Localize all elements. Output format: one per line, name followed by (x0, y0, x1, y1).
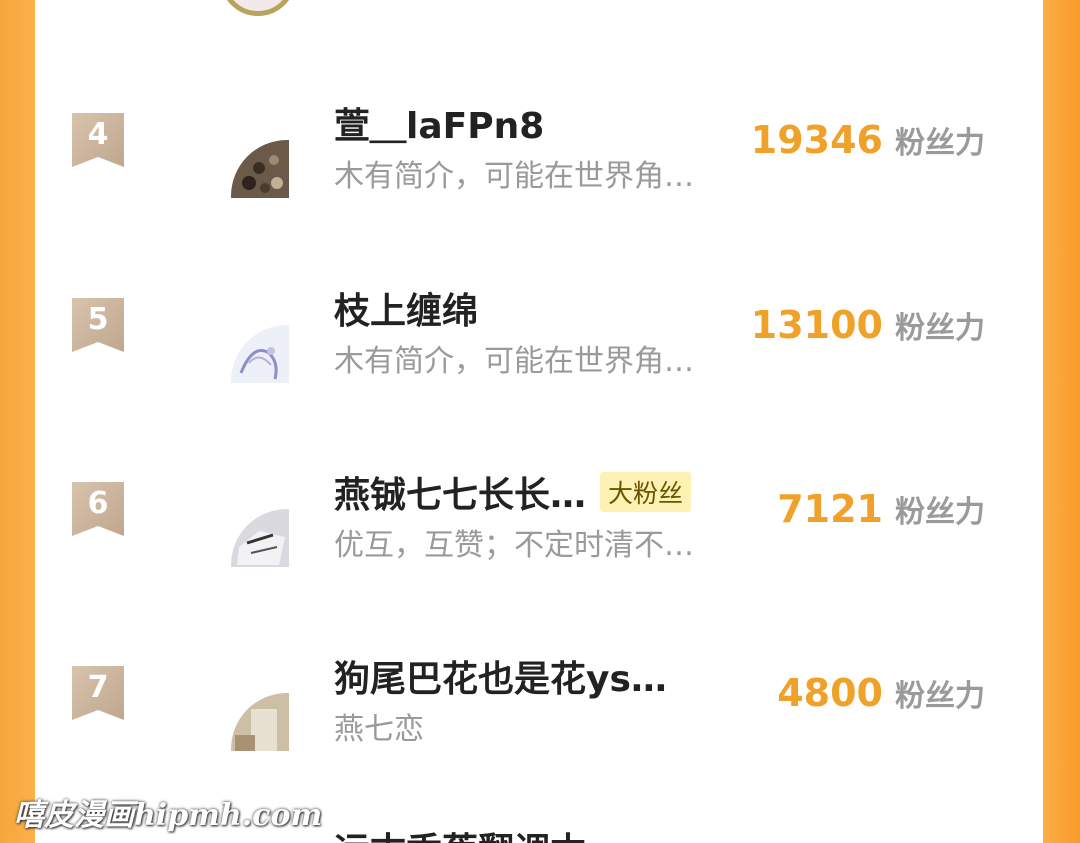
user-name[interactable]: 狗尾巴花也是花ys… (334, 650, 667, 702)
rank-number: 6 (87, 486, 109, 521)
rank-badge: 7 (72, 666, 124, 720)
user-intro: 木有简介，可能在世界角… (334, 344, 694, 379)
fan-score-value: 19346 (750, 118, 883, 162)
rank-badge: 4 (72, 113, 124, 167)
fan-score-unit: 粉丝力 (895, 679, 985, 714)
fan-score-unit: 粉丝力 (895, 311, 985, 346)
avatar[interactable] (229, 691, 289, 751)
fan-ranking-panel: 4 萱＿laFPn8 木有简介，可能在世界角… 19346 粉丝力 5 枝上缠绵… (35, 0, 1043, 843)
avatar[interactable] (229, 507, 289, 567)
fan-score-unit: 粉丝力 (895, 126, 985, 161)
ranking-row-8-partial-name[interactable]: 远古香蕉翻调本 (334, 822, 586, 843)
site-watermark: 嘻皮漫画hipmh.com (14, 798, 323, 833)
big-fan-tag: 大粉丝 (600, 472, 692, 512)
avatar-rank-3-partial[interactable] (220, 0, 296, 16)
fan-score: 4800 粉丝力 (777, 671, 985, 715)
avatar[interactable] (229, 138, 289, 198)
ranking-row-6[interactable]: 6 燕铖七七长长… 大粉丝 优互，互赞；不定时清不… 7121 粉丝力 (35, 452, 1043, 602)
ranking-row-7[interactable]: 7 狗尾巴花也是花ys… 燕七恋 4800 粉丝力 (35, 636, 1043, 786)
fan-score: 7121 粉丝力 (777, 487, 985, 531)
ranking-row-4[interactable]: 4 萱＿laFPn8 木有简介，可能在世界角… 19346 粉丝力 (35, 83, 1043, 233)
avatar[interactable] (229, 323, 289, 383)
user-intro: 优互，互赞；不定时清不… (334, 528, 694, 563)
ranking-row-5[interactable]: 5 枝上缠绵 木有简介，可能在世界角… 13100 粉丝力 (35, 268, 1043, 418)
rank-badge: 5 (72, 298, 124, 352)
user-intro: 木有简介，可能在世界角… (334, 159, 694, 194)
user-name[interactable]: 萱＿laFPn8 (334, 97, 544, 149)
rank-number: 5 (87, 302, 109, 337)
rank-badge: 6 (72, 482, 124, 536)
user-name[interactable]: 枝上缠绵 (334, 282, 478, 334)
fan-score-unit: 粉丝力 (895, 495, 985, 530)
fan-score-value: 7121 (777, 487, 883, 531)
fan-score-value: 13100 (750, 303, 883, 347)
fan-score: 13100 粉丝力 (751, 303, 985, 347)
user-intro: 燕七恋 (334, 712, 424, 747)
rank-number: 4 (87, 117, 109, 152)
rank-number: 7 (87, 670, 109, 705)
user-name[interactable]: 燕铖七七长长… (334, 466, 586, 518)
fan-score: 19346 粉丝力 (751, 118, 985, 162)
fan-score-value: 4800 (777, 671, 883, 715)
